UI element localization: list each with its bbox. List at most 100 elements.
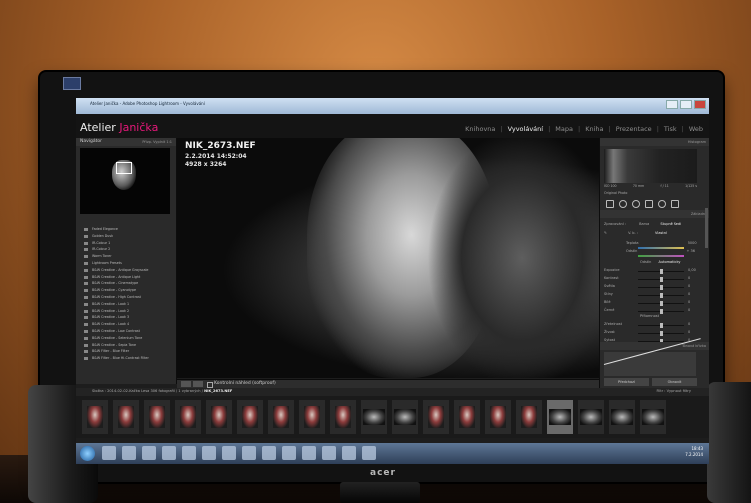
start-button[interactable] (80, 446, 95, 461)
filmstrip-thumbnail[interactable] (578, 400, 604, 434)
preset-item[interactable]: B&W Filter - Blue Filter (80, 348, 172, 355)
taskbar-app-icon[interactable] (262, 446, 276, 460)
taskbar-app-icon[interactable] (342, 446, 356, 460)
filmstrip-thumbnail[interactable] (547, 400, 573, 434)
system-clock[interactable]: 18:43 7.2.2014 (685, 446, 703, 458)
taskbar-app-icon[interactable] (122, 446, 136, 460)
taskbar-app-icon[interactable] (142, 446, 156, 460)
preset-item[interactable]: B&W Creative - Cinematype (80, 280, 172, 287)
preset-item[interactable]: Faded Elegance (80, 226, 172, 233)
taskbar-app-icon[interactable] (362, 446, 376, 460)
preset-item[interactable]: Warm Toner (80, 253, 172, 260)
module-1[interactable]: Knihovna (465, 125, 495, 133)
adjustment-brush-icon[interactable] (671, 200, 679, 208)
tone-curve-graph[interactable] (604, 352, 696, 376)
navigator-zoom-frame[interactable] (116, 162, 132, 174)
slider-knob[interactable] (659, 323, 663, 328)
slider-knob[interactable] (659, 309, 663, 314)
slider-knob[interactable] (659, 331, 663, 336)
preset-item[interactable]: B&W Creative - Low Contrast (80, 328, 172, 335)
module-6[interactable]: Tisk (664, 125, 677, 133)
preset-item[interactable]: B&W Creative - High Contrast (80, 294, 172, 301)
photo-view[interactable]: NIK_2673.NEF 2.2.2014 14:52:04 4928 x 32… (177, 138, 599, 378)
filmstrip-thumbnail[interactable] (113, 400, 139, 434)
preset-item[interactable]: B&W Creative - Sepia Tone (80, 342, 172, 349)
slider-value[interactable]: 0 (688, 322, 690, 326)
taskbar-app-icon[interactable] (222, 446, 236, 460)
slider-value[interactable]: 0 (688, 300, 690, 304)
eyedropper-icon[interactable]: ✎ (604, 231, 607, 235)
slider-track[interactable] (638, 277, 684, 282)
filmstrip-thumbnail[interactable] (299, 400, 325, 434)
navigator-header[interactable]: Navigátor Přizp. Vyplnit 1:1 (76, 138, 176, 146)
slider-knob[interactable] (659, 293, 663, 298)
slider-knob[interactable] (659, 285, 663, 290)
preset-item[interactable]: B&W Creative - Look 2 (80, 308, 172, 315)
filmstrip-thumbnail[interactable] (237, 400, 263, 434)
filmstrip-thumbnail[interactable] (361, 400, 387, 434)
preset-item[interactable]: Lightroom Presets (80, 260, 172, 267)
crop-tool-icon[interactable] (606, 200, 614, 208)
module-5[interactable]: Prezentace (616, 125, 652, 133)
slider-knob[interactable] (659, 269, 663, 274)
slider-value[interactable]: 0 (688, 308, 690, 312)
preset-item[interactable]: Golden Dusk (80, 233, 172, 240)
slider-track[interactable] (638, 331, 684, 336)
slider-value[interactable]: 0 (688, 276, 690, 280)
preset-item[interactable]: B&W Creative - Selenium Tone (80, 335, 172, 342)
preset-item[interactable]: B&W Creative - Cyanotype (80, 287, 172, 294)
spot-removal-icon[interactable] (619, 200, 627, 208)
preset-item[interactable]: B&W Creative - Look 3 (80, 314, 172, 321)
auto-button[interactable]: Automaticky (659, 260, 681, 264)
module-2[interactable]: Vyvolávání (508, 125, 544, 133)
preset-item[interactable]: B&W Creative - Antique Grayscale (80, 267, 172, 274)
filmstrip-thumbnail[interactable] (82, 400, 108, 434)
before-after-button[interactable] (193, 381, 203, 387)
maximize-button[interactable] (680, 100, 692, 109)
taskbar-app-icon[interactable] (202, 446, 216, 460)
preset-item[interactable]: B&W Filter - Blue Hi-Contrast Filter (80, 355, 172, 362)
navigator-zoom[interactable]: Přizp. Vyplnit 1:1 (142, 138, 172, 146)
slider-track[interactable] (638, 293, 684, 298)
treatment-grayscale[interactable]: Stupně šedi (660, 222, 681, 226)
view-mode-button[interactable] (181, 381, 191, 387)
filmstrip-source[interactable]: Složka : 2014-02-02-Kačka Lesa 306 fotog… (92, 389, 232, 393)
filmstrip-thumbnail[interactable] (144, 400, 170, 434)
preset-item[interactable]: B&W Creative - Look 4 (80, 321, 172, 328)
filmstrip-thumbnail[interactable] (485, 400, 511, 434)
filmstrip-thumbnail[interactable] (423, 400, 449, 434)
wb-select[interactable]: Vlastní (655, 231, 667, 235)
slider-value[interactable]: 0 (688, 292, 690, 296)
filmstrip-thumbnail[interactable] (175, 400, 201, 434)
tone-curve-header[interactable]: Tónová křivka (600, 342, 709, 350)
taskbar-app-icon[interactable] (302, 446, 316, 460)
taskbar-app-icon[interactable] (322, 446, 336, 460)
filmstrip-thumbnail[interactable] (206, 400, 232, 434)
taskbar-app-icon[interactable] (162, 446, 176, 460)
filmstrip-thumbnail[interactable] (330, 400, 356, 434)
preset-item[interactable]: IR-Colour 2 (80, 246, 172, 253)
preset-item[interactable]: B&W Creative - Look 1 (80, 301, 172, 308)
module-3[interactable]: Mapa (555, 125, 573, 133)
preset-item[interactable]: IR-Colour 1 (80, 240, 172, 247)
module-7[interactable]: Web (689, 125, 703, 133)
filmstrip-thumbnail[interactable] (609, 400, 635, 434)
slider-value[interactable]: 0 (688, 330, 690, 334)
taskbar-app-icon[interactable] (102, 446, 116, 460)
minimize-button[interactable] (666, 100, 678, 109)
slider-knob[interactable] (659, 277, 663, 282)
right-panel-scrollbar[interactable] (705, 208, 708, 248)
tint-value[interactable]: + 36 (687, 249, 696, 253)
slider-value[interactable]: 0 (688, 284, 690, 288)
filmstrip-thumbnail[interactable] (454, 400, 480, 434)
taskbar-app-icon[interactable] (242, 446, 256, 460)
filmstrip-thumbnail[interactable] (640, 400, 666, 434)
slider-knob[interactable] (659, 301, 663, 306)
navigator-preview[interactable] (80, 148, 170, 214)
temp-value[interactable]: 5000 (688, 241, 697, 245)
filmstrip-thumbnail[interactable] (516, 400, 542, 434)
radial-filter-icon[interactable] (658, 200, 666, 208)
module-4[interactable]: Kniha (585, 125, 603, 133)
filmstrip-thumbnail[interactable] (392, 400, 418, 434)
close-button[interactable] (694, 100, 706, 109)
